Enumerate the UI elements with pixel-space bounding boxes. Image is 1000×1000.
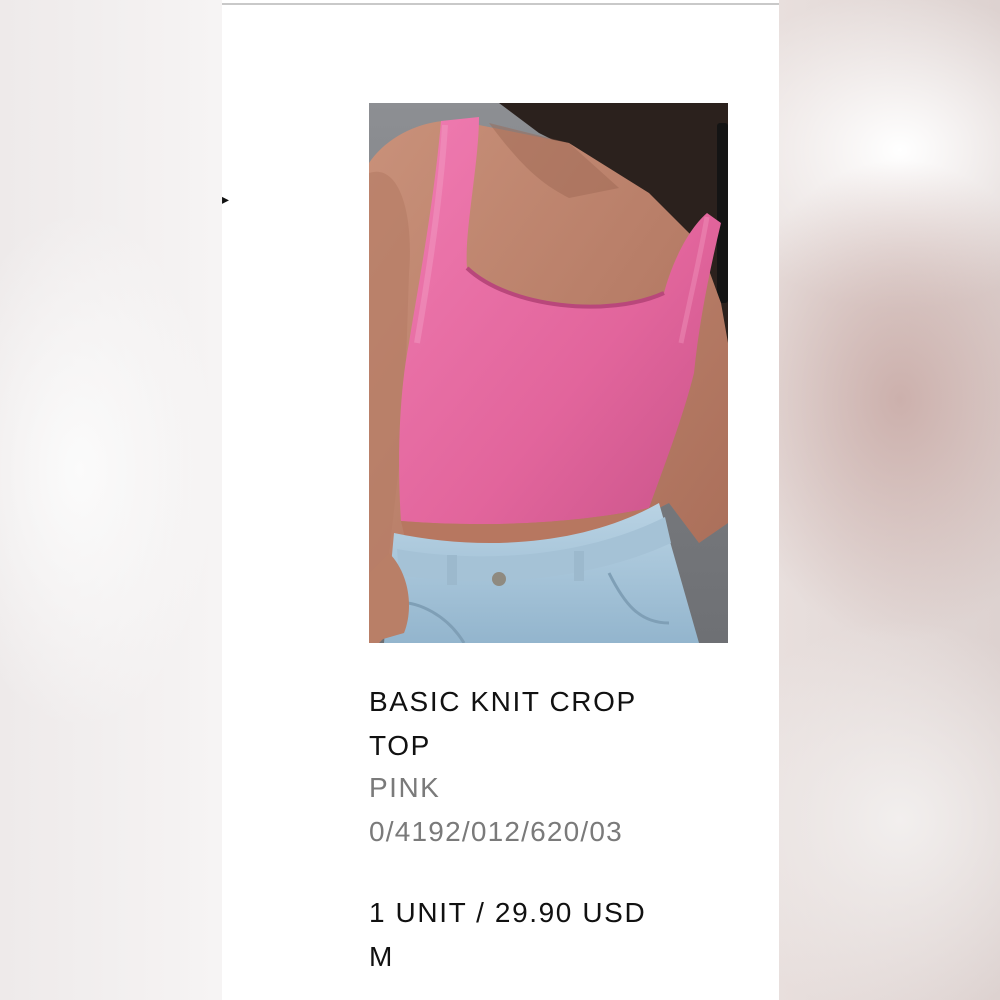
order-detail-screen: ▸ BASIC KNIT CROP TOP PINK 0/4192/012/62… xyxy=(222,0,779,1000)
product-color: PINK xyxy=(369,772,441,803)
product-name: BASIC KNIT CROP TOP xyxy=(369,686,637,761)
quantity-price: 1 UNIT / 29.90 USD xyxy=(369,897,647,928)
product-reference: 0/4192/012/620/03 xyxy=(369,816,623,847)
product-image[interactable] xyxy=(369,103,728,643)
product-photo-illustration xyxy=(369,103,728,643)
chevron-right-icon[interactable]: ▸ xyxy=(222,192,229,206)
top-divider xyxy=(222,3,779,5)
product-size: M xyxy=(369,941,394,972)
